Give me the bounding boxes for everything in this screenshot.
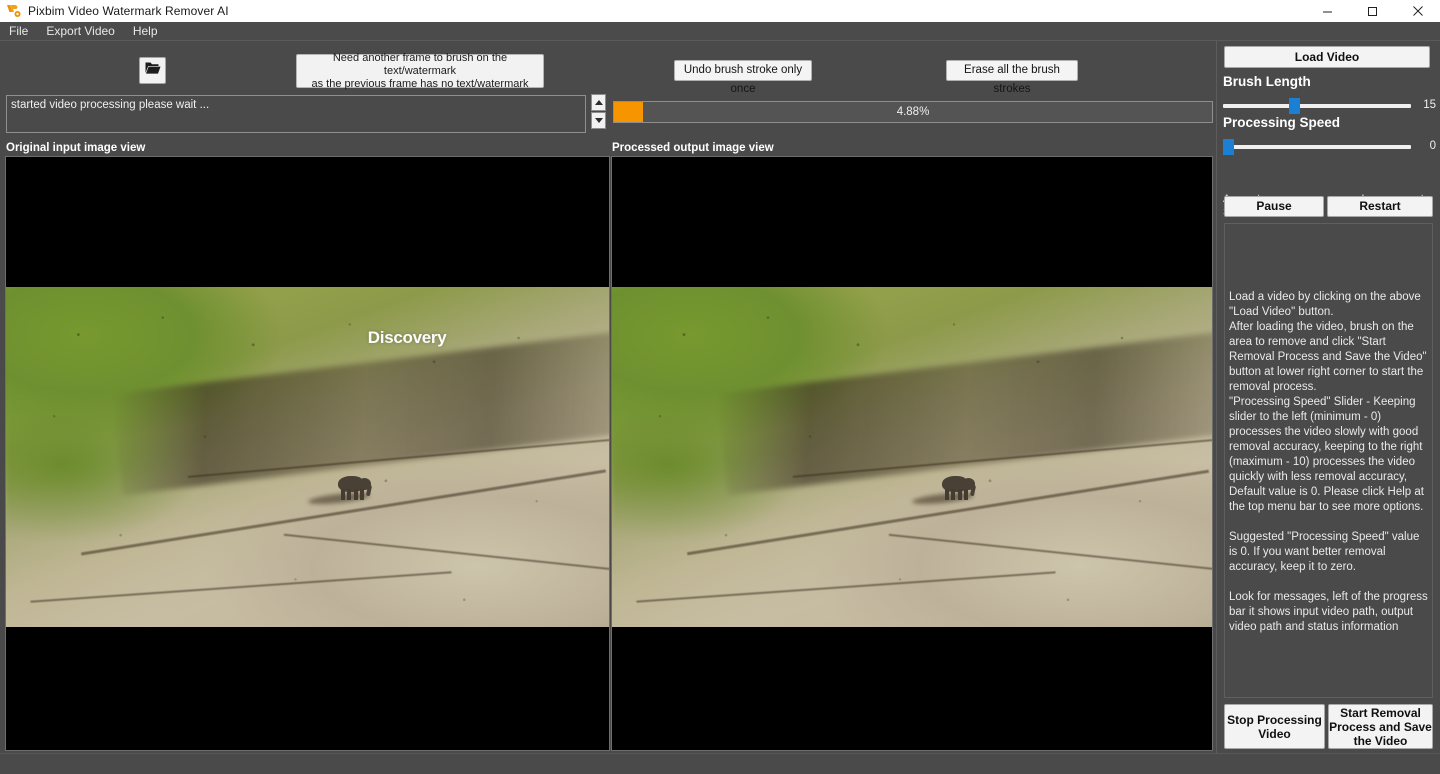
elephant-leg xyxy=(964,489,968,500)
processing-progress-bar: 4.88% xyxy=(613,101,1213,123)
help-paragraph-5: Look for messages, left of the progress … xyxy=(1229,591,1428,633)
restart-button[interactable]: Restart xyxy=(1327,196,1433,217)
window-controls xyxy=(1305,0,1440,22)
open-folder-button[interactable] xyxy=(139,57,166,84)
help-spacer xyxy=(1225,230,1432,245)
sidebar-divider xyxy=(1216,41,1217,753)
processing-speed-slider-track[interactable] xyxy=(1223,145,1411,149)
control-sidebar: Load Video Brush Length 15 Processing Sp… xyxy=(1219,41,1440,753)
stop-processing-video-button[interactable]: Stop Processing Video xyxy=(1224,704,1325,749)
help-instructions-panel: Load a video by clicking on the above "L… xyxy=(1224,223,1433,698)
processing-speed-title: Processing Speed xyxy=(1223,115,1341,130)
discovery-watermark: Discovery xyxy=(367,327,447,347)
processing-speed-value: 0 xyxy=(1429,140,1436,152)
output-video-frame xyxy=(612,287,1212,627)
input-view-label: Original input image view xyxy=(6,142,146,154)
start-removal-process-button[interactable]: Start Removal Process and Save the Video xyxy=(1328,704,1433,749)
status-log-textarea[interactable]: started video processing please wait ... xyxy=(6,95,586,133)
elephant-leg xyxy=(353,489,358,500)
help-paragraph-2: After loading the video, brush on the ar… xyxy=(1229,321,1427,393)
load-video-button[interactable]: Load Video xyxy=(1224,46,1430,68)
help-paragraph-3: "Processing Speed" Slider - Keeping slid… xyxy=(1229,396,1424,513)
brush-length-title: Brush Length xyxy=(1223,74,1311,89)
menu-item-file[interactable]: File xyxy=(0,22,37,41)
application-window: Pixbim Video Watermark Remover AI File E… xyxy=(0,0,1440,774)
start-button-line-3: the Video xyxy=(1353,733,1408,748)
output-view-label: Processed output image view xyxy=(612,142,774,154)
menu-item-export-video[interactable]: Export Video xyxy=(37,22,124,41)
elephant-leg xyxy=(340,489,345,500)
title-bar: Pixbim Video Watermark Remover AI xyxy=(0,0,1440,22)
original-input-image-view[interactable]: Discovery xyxy=(5,156,610,751)
spinner-down-icon[interactable] xyxy=(591,112,606,129)
menu-item-help[interactable]: Help xyxy=(124,22,167,41)
open-folder-icon xyxy=(145,61,161,80)
progress-percent-label: 4.88% xyxy=(896,106,930,118)
stop-button-line-1: Stop Processing xyxy=(1227,712,1322,727)
status-log-line-1: started video processing please wait ... xyxy=(11,99,210,111)
video-scene-input: Discovery xyxy=(6,287,609,627)
elephant-leg xyxy=(359,489,364,500)
menu-bar: File Export Video Help xyxy=(0,22,1440,41)
elephant-leg xyxy=(958,489,962,500)
elephant-leg xyxy=(346,489,351,500)
elephant-leg xyxy=(945,489,949,500)
frame-notice-line-1: Need another frame to brush on the text/… xyxy=(332,51,508,77)
start-button-line-2: Process and Save xyxy=(1329,719,1432,734)
scene-texture-specks xyxy=(612,287,1212,627)
help-spacer xyxy=(1225,515,1432,530)
start-button-line-1: Start Removal xyxy=(1340,705,1421,720)
help-paragraph-1: Load a video by clicking on the above "L… xyxy=(1229,291,1421,318)
elephant-trunk xyxy=(969,484,977,497)
scene-elephant xyxy=(911,474,982,508)
stop-button-line-2: Video xyxy=(1258,726,1291,741)
close-icon[interactable] xyxy=(1395,0,1440,22)
undo-brush-stroke-button[interactable]: Undo brush stroke only once xyxy=(674,60,812,95)
log-scroll-spinner xyxy=(591,94,606,132)
help-spacer xyxy=(1225,260,1432,275)
pixbim-logo-icon xyxy=(6,3,22,19)
help-paragraph-4: Suggested "Processing Speed" value is 0.… xyxy=(1229,531,1420,573)
brush-length-slider-track[interactable] xyxy=(1223,104,1411,108)
input-video-frame: Discovery xyxy=(6,287,609,627)
window-title: Pixbim Video Watermark Remover AI xyxy=(28,4,229,18)
help-spacer xyxy=(1225,575,1432,590)
status-log-line-2 xyxy=(7,113,585,122)
processing-speed-slider-thumb[interactable] xyxy=(1223,139,1234,155)
scene-texture-specks xyxy=(6,287,609,627)
elephant-leg xyxy=(951,489,955,500)
brush-length-slider[interactable]: 15 xyxy=(1223,98,1436,114)
help-spacer xyxy=(1225,245,1432,260)
status-bar xyxy=(0,753,1440,774)
erase-all-brush-strokes-button[interactable]: Erase all the brush strokes xyxy=(946,60,1078,95)
maximize-icon[interactable] xyxy=(1350,0,1395,22)
scene-elephant xyxy=(307,474,378,508)
processed-output-image-view[interactable] xyxy=(611,156,1213,751)
brush-length-value: 15 xyxy=(1423,99,1436,111)
processing-speed-slider[interactable]: 0 xyxy=(1223,139,1436,155)
brush-length-slider-thumb[interactable] xyxy=(1289,98,1301,114)
minimize-icon[interactable] xyxy=(1305,0,1350,22)
frame-notice-message: Need another frame to brush on the text/… xyxy=(296,51,544,90)
help-spacer xyxy=(1225,275,1432,290)
video-scene-output xyxy=(612,287,1212,627)
spinner-up-icon[interactable] xyxy=(591,94,606,111)
frame-notice-line-2: as the previous frame has no text/waterm… xyxy=(311,77,529,90)
pause-button[interactable]: Pause xyxy=(1224,196,1324,217)
